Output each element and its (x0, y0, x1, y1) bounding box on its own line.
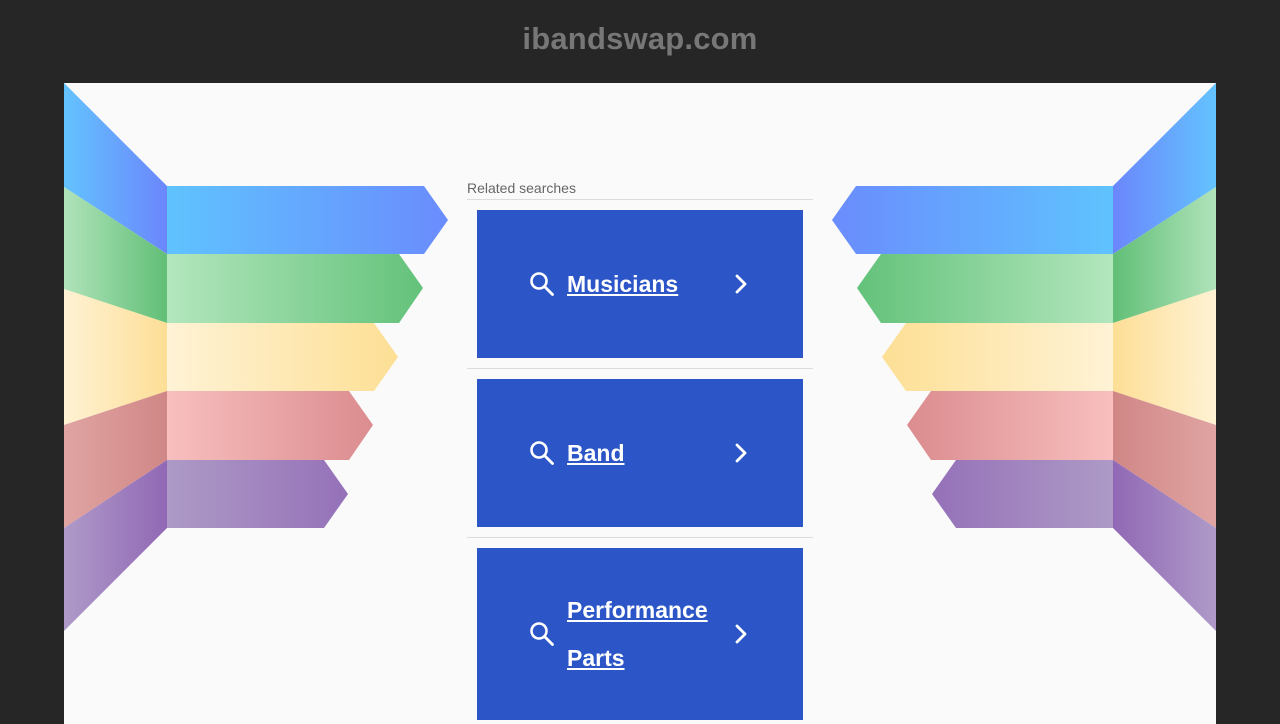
list-item: Musicians (467, 210, 813, 369)
search-link-band[interactable]: Band (477, 379, 803, 527)
search-icon (530, 622, 554, 646)
left-arrows (167, 186, 448, 528)
list-item: Performance Parts (467, 548, 813, 724)
chevron-right-icon (735, 624, 747, 644)
domain-header: ibandswap.com (0, 0, 1280, 83)
parking-panel: Related searches Musicians Band Performa… (64, 83, 1216, 724)
search-link-label: Musicians (567, 271, 679, 297)
search-link-label: Band (567, 440, 625, 466)
left-wing (64, 83, 167, 631)
search-link-performance-parts[interactable]: Performance Parts (477, 548, 803, 720)
related-searches-label: Related searches (467, 177, 813, 200)
right-wing (1113, 83, 1216, 631)
chevron-right-icon (735, 274, 747, 294)
search-icon (530, 441, 554, 465)
search-link-label: Performance Parts (567, 597, 708, 671)
search-icon (530, 272, 554, 296)
related-searches: Related searches Musicians Band Performa… (467, 177, 813, 724)
list-item: Band (467, 379, 813, 538)
right-arrows (832, 186, 1113, 528)
chevron-right-icon (735, 443, 747, 463)
search-link-musicians[interactable]: Musicians (477, 210, 803, 358)
domain-title: ibandswap.com (522, 21, 758, 56)
